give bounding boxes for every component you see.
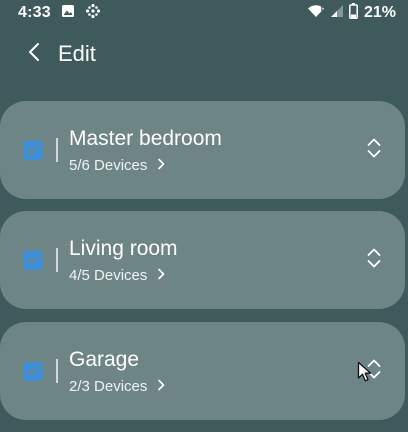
room-devices-count: 5/6 Devices	[69, 157, 148, 174]
room-devices-count: 2/3 Devices	[69, 378, 148, 395]
room-checkbox[interactable]	[24, 141, 43, 160]
room-devices-link[interactable]: 4/5 Devices	[69, 267, 165, 284]
header: Edit	[0, 34, 408, 74]
chevron-right-icon	[157, 378, 165, 395]
battery-icon	[349, 2, 358, 24]
back-button[interactable]	[14, 34, 54, 74]
room-devices-count: 4/5 Devices	[69, 267, 148, 284]
room-card-master-bedroom[interactable]: Master bedroom 5/6 Devices	[0, 101, 405, 199]
status-bar: 4:33 21%	[0, 0, 408, 26]
room-name: Living room	[69, 237, 178, 260]
status-right: 21%	[307, 2, 396, 24]
battery-percent: 21%	[363, 4, 396, 21]
wifi-icon	[307, 4, 325, 23]
status-left: 4:33	[18, 3, 101, 24]
status-time: 4:33	[18, 4, 51, 21]
reorder-chevrons-icon	[366, 247, 382, 274]
chevron-right-icon	[157, 267, 165, 284]
checkmark-icon	[27, 363, 40, 381]
room-checkbox[interactable]	[24, 362, 43, 381]
mouse-pointer-icon	[357, 361, 373, 383]
reorder-handle[interactable]	[360, 246, 388, 274]
card-divider	[56, 248, 58, 272]
reorder-handle[interactable]	[360, 136, 388, 164]
signal-icon	[330, 4, 344, 23]
room-name: Master bedroom	[69, 127, 222, 150]
room-name: Garage	[69, 348, 140, 371]
room-checkbox[interactable]	[24, 251, 43, 270]
chevron-right-icon	[157, 157, 165, 174]
room-card-garage[interactable]: Garage 2/3 Devices	[0, 322, 405, 420]
image-icon	[61, 4, 75, 23]
checkmark-icon	[27, 252, 40, 270]
page-title: Edit	[58, 41, 96, 66]
checkmark-icon	[27, 142, 40, 160]
reorder-chevrons-icon	[366, 137, 382, 164]
card-divider	[56, 138, 58, 162]
chevron-left-icon	[27, 42, 41, 67]
room-devices-link[interactable]: 5/6 Devices	[69, 157, 165, 174]
card-divider	[56, 359, 58, 383]
room-card-living-room[interactable]: Living room 4/5 Devices	[0, 211, 405, 309]
grid-dots-icon	[85, 3, 101, 24]
room-devices-link[interactable]: 2/3 Devices	[69, 378, 165, 395]
